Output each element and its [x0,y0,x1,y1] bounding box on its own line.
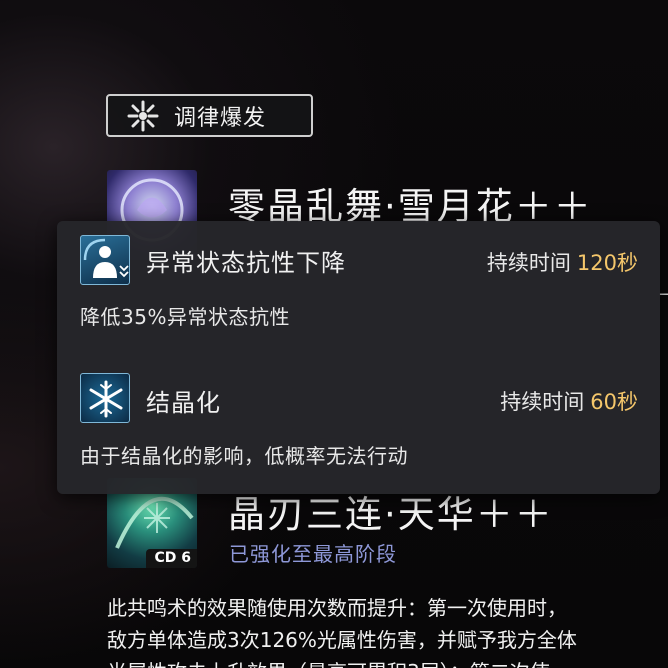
duration-value: 60秒 [590,390,638,414]
description-line: 敌方单体造成3次126%光属性伤害，并赋予我方全体 [107,628,577,652]
status-duration: 持续时间 120秒 [487,247,638,277]
resistance-down-icon [80,235,130,285]
status-effect-popup: 异常状态抗性下降 持续时间 120秒 降低35%异常状态抗性 结晶化 持续时间 60… [57,221,660,494]
snowflake-icon [80,373,130,423]
category-label: 调律爆发 [174,105,267,131]
status-duration: 持续时间 60秒 [500,386,638,416]
skill-description: 此共鸣术的效果随使用次数而提升：第一次使用时， 敌方单体造成3次126%光属性伤… [107,592,668,668]
description-line: 光属性攻击上升效果（最高可累积3层）；第二次使 [107,656,668,668]
duration-value: 120秒 [576,251,638,275]
starburst-icon [127,100,159,131]
status-description: 降低35%异常状态抗性 [80,305,290,329]
duration-label: 持续时间 [500,390,585,414]
status-description: 由于结晶化的影响，低概率无法行动 [80,444,408,468]
cooldown-badge: CD 6 [146,549,197,568]
status-name: 结晶化 [146,389,221,417]
upgrade-note: 已强化至最高阶段 [229,542,397,566]
category-chip: 调律爆发 [106,94,313,137]
description-line: 此共鸣术的效果随使用次数而提升：第一次使用时， [107,596,567,620]
status-name: 异常状态抗性下降 [146,249,346,277]
duration-label: 持续时间 [486,251,571,275]
